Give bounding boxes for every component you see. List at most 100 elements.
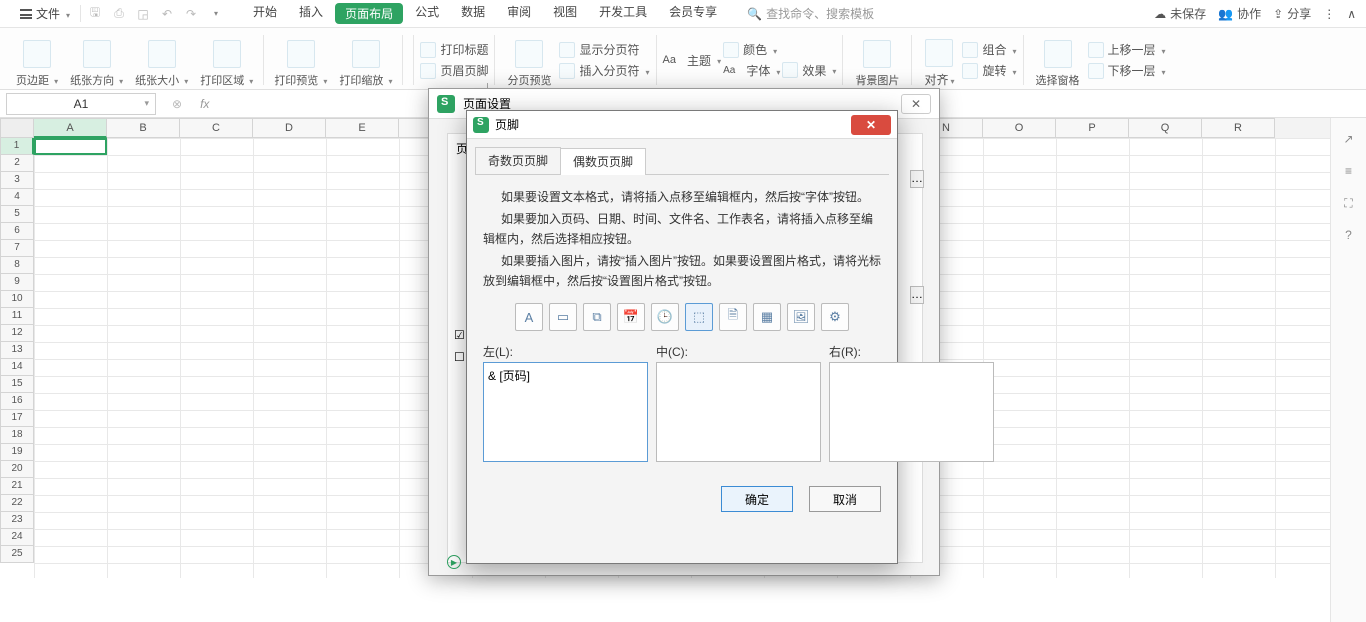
selection-pane-button[interactable]: 选择窗格 [1030, 32, 1086, 88]
ribbon-button[interactable]: 页边距 [10, 32, 64, 88]
ok-button[interactable]: 确定 [721, 486, 793, 512]
footer-tool-button[interactable]: A [515, 303, 543, 331]
select-all-corner[interactable] [0, 118, 34, 138]
side-panel-icon[interactable]: ? [1340, 226, 1358, 244]
name-box[interactable]: A1 [6, 93, 156, 115]
column-header[interactable]: B [107, 118, 180, 138]
footer-tool-button[interactable]: ▭ [549, 303, 577, 331]
footer-tool-button[interactable]: 🗎 [719, 303, 747, 331]
side-panel-icon[interactable]: ≡ [1340, 162, 1358, 180]
row-header[interactable]: 7 [0, 240, 34, 257]
column-header[interactable]: C [180, 118, 253, 138]
row-header[interactable]: 3 [0, 172, 34, 189]
side-panel-icon[interactable]: ⛶ [1340, 194, 1358, 212]
combo-button-fragment[interactable]: … [910, 286, 924, 304]
collab-button[interactable]: 👥协作 [1218, 5, 1261, 22]
row-header[interactable]: 12 [0, 325, 34, 342]
row-header[interactable]: 18 [0, 427, 34, 444]
print-title-button[interactable]: 打印标题 [420, 41, 488, 58]
column-header[interactable]: R [1202, 118, 1275, 138]
row-header[interactable]: 14 [0, 359, 34, 376]
ribbon-button[interactable]: 打印区域 [194, 32, 259, 88]
play-icon[interactable]: ▶ [447, 555, 461, 569]
footer-dialog-titlebar[interactable]: 页脚 ✕ [467, 111, 897, 139]
center-section-input[interactable] [656, 362, 821, 462]
insert-page-break[interactable]: 插入分页符 [559, 62, 649, 79]
right-section-input[interactable] [829, 362, 994, 462]
footer-tool-button[interactable]: ⧉ [583, 303, 611, 331]
row-header[interactable]: 16 [0, 393, 34, 410]
row-header[interactable]: 8 [0, 257, 34, 274]
unsaved-indicator[interactable]: ☁未保存 [1154, 5, 1206, 22]
ribbon-button[interactable]: 打印预览 [268, 32, 333, 88]
theme-button[interactable]: Aa 主题 [663, 52, 722, 69]
footer-tool-button[interactable]: 🕒 [651, 303, 679, 331]
footer-tab[interactable]: 偶数页页脚 [560, 148, 646, 175]
active-cell[interactable] [34, 138, 107, 155]
footer-tool-button[interactable]: ▦ [753, 303, 781, 331]
group-button[interactable]: 组合 [962, 41, 1016, 58]
row-header[interactable]: 19 [0, 444, 34, 461]
ribbon-tab[interactable]: 会员专享 [659, 3, 727, 24]
checkbox-checked[interactable]: ☑ [454, 328, 465, 342]
left-section-input[interactable] [483, 362, 648, 462]
qa-more-icon[interactable] [207, 6, 223, 22]
cancel-button[interactable]: 取消 [809, 486, 881, 512]
share-button[interactable]: ⇪分享 [1273, 5, 1311, 22]
ribbon-tab[interactable]: 开发工具 [589, 3, 657, 24]
row-header[interactable]: 17 [0, 410, 34, 427]
ribbon-button[interactable]: 打印缩放 [333, 32, 398, 88]
column-header[interactable]: P [1056, 118, 1129, 138]
row-header[interactable]: 1 [0, 138, 34, 155]
show-page-breaks[interactable]: 显示分页符 [559, 41, 649, 58]
footer-dialog-close-button[interactable]: ✕ [851, 115, 891, 135]
row-header[interactable]: 21 [0, 478, 34, 495]
footer-tool-button[interactable]: 🖼 [787, 303, 815, 331]
header-footer-button[interactable]: 页眉页脚 [420, 62, 488, 79]
qa-save-icon[interactable]: 🖫 [87, 6, 103, 22]
ribbon-button[interactable]: 纸张大小 [129, 32, 194, 88]
background-image-button[interactable]: 背景图片 [849, 32, 905, 88]
file-menu[interactable]: 文件 [10, 5, 81, 22]
row-header[interactable]: 5 [0, 206, 34, 223]
row-header[interactable]: 20 [0, 461, 34, 478]
column-header[interactable]: A [34, 118, 107, 138]
page-setup-close-button[interactable]: ✕ [901, 94, 931, 114]
column-header[interactable]: E [326, 118, 399, 138]
ribbon-tab[interactable]: 页面布局 [335, 3, 403, 24]
ribbon-tab[interactable]: 视图 [543, 3, 587, 24]
checkbox-unchecked[interactable]: ☐ [454, 350, 465, 364]
footer-tool-button[interactable]: 📅 [617, 303, 645, 331]
row-header[interactable]: 15 [0, 376, 34, 393]
ribbon-tab[interactable]: 数据 [451, 3, 495, 24]
bring-forward-button[interactable]: 上移一层 [1088, 41, 1166, 58]
ribbon-tab[interactable]: 审阅 [497, 3, 541, 24]
combo-button-fragment[interactable]: … [910, 170, 924, 188]
qa-redo-icon[interactable]: ↷ [183, 6, 199, 22]
qa-print-icon[interactable]: ⎙ [111, 6, 127, 22]
side-panel-icon[interactable]: ↗ [1340, 130, 1358, 148]
row-header[interactable]: 6 [0, 223, 34, 240]
fonts-button[interactable]: Aa 字体 [723, 62, 780, 79]
row-header[interactable]: 23 [0, 512, 34, 529]
collapse-ribbon[interactable]: ∧ [1347, 7, 1356, 21]
footer-tool-button[interactable]: ⬚ [685, 303, 713, 331]
row-header[interactable]: 4 [0, 189, 34, 206]
colors-button[interactable]: 颜色 [723, 41, 780, 58]
column-header[interactable]: Q [1129, 118, 1202, 138]
send-backward-button[interactable]: 下移一层 [1088, 62, 1166, 79]
footer-tab[interactable]: 奇数页页脚 [475, 147, 561, 174]
command-search[interactable]: 🔍 查找命令、搜索模板 [747, 5, 874, 22]
row-header[interactable]: 25 [0, 546, 34, 563]
qa-undo-icon[interactable]: ↶ [159, 6, 175, 22]
fx-icon[interactable]: fx [192, 97, 217, 111]
ribbon-button[interactable]: 纸张方向 [64, 32, 129, 88]
row-header[interactable]: 24 [0, 529, 34, 546]
ribbon-tab[interactable]: 开始 [243, 3, 287, 24]
rotate-button[interactable]: 旋转 [962, 62, 1016, 79]
column-header[interactable]: O [983, 118, 1056, 138]
row-header[interactable]: 22 [0, 495, 34, 512]
column-header[interactable]: D [253, 118, 326, 138]
footer-tool-button[interactable]: ⚙ [821, 303, 849, 331]
ribbon-tab[interactable]: 公式 [405, 3, 449, 24]
